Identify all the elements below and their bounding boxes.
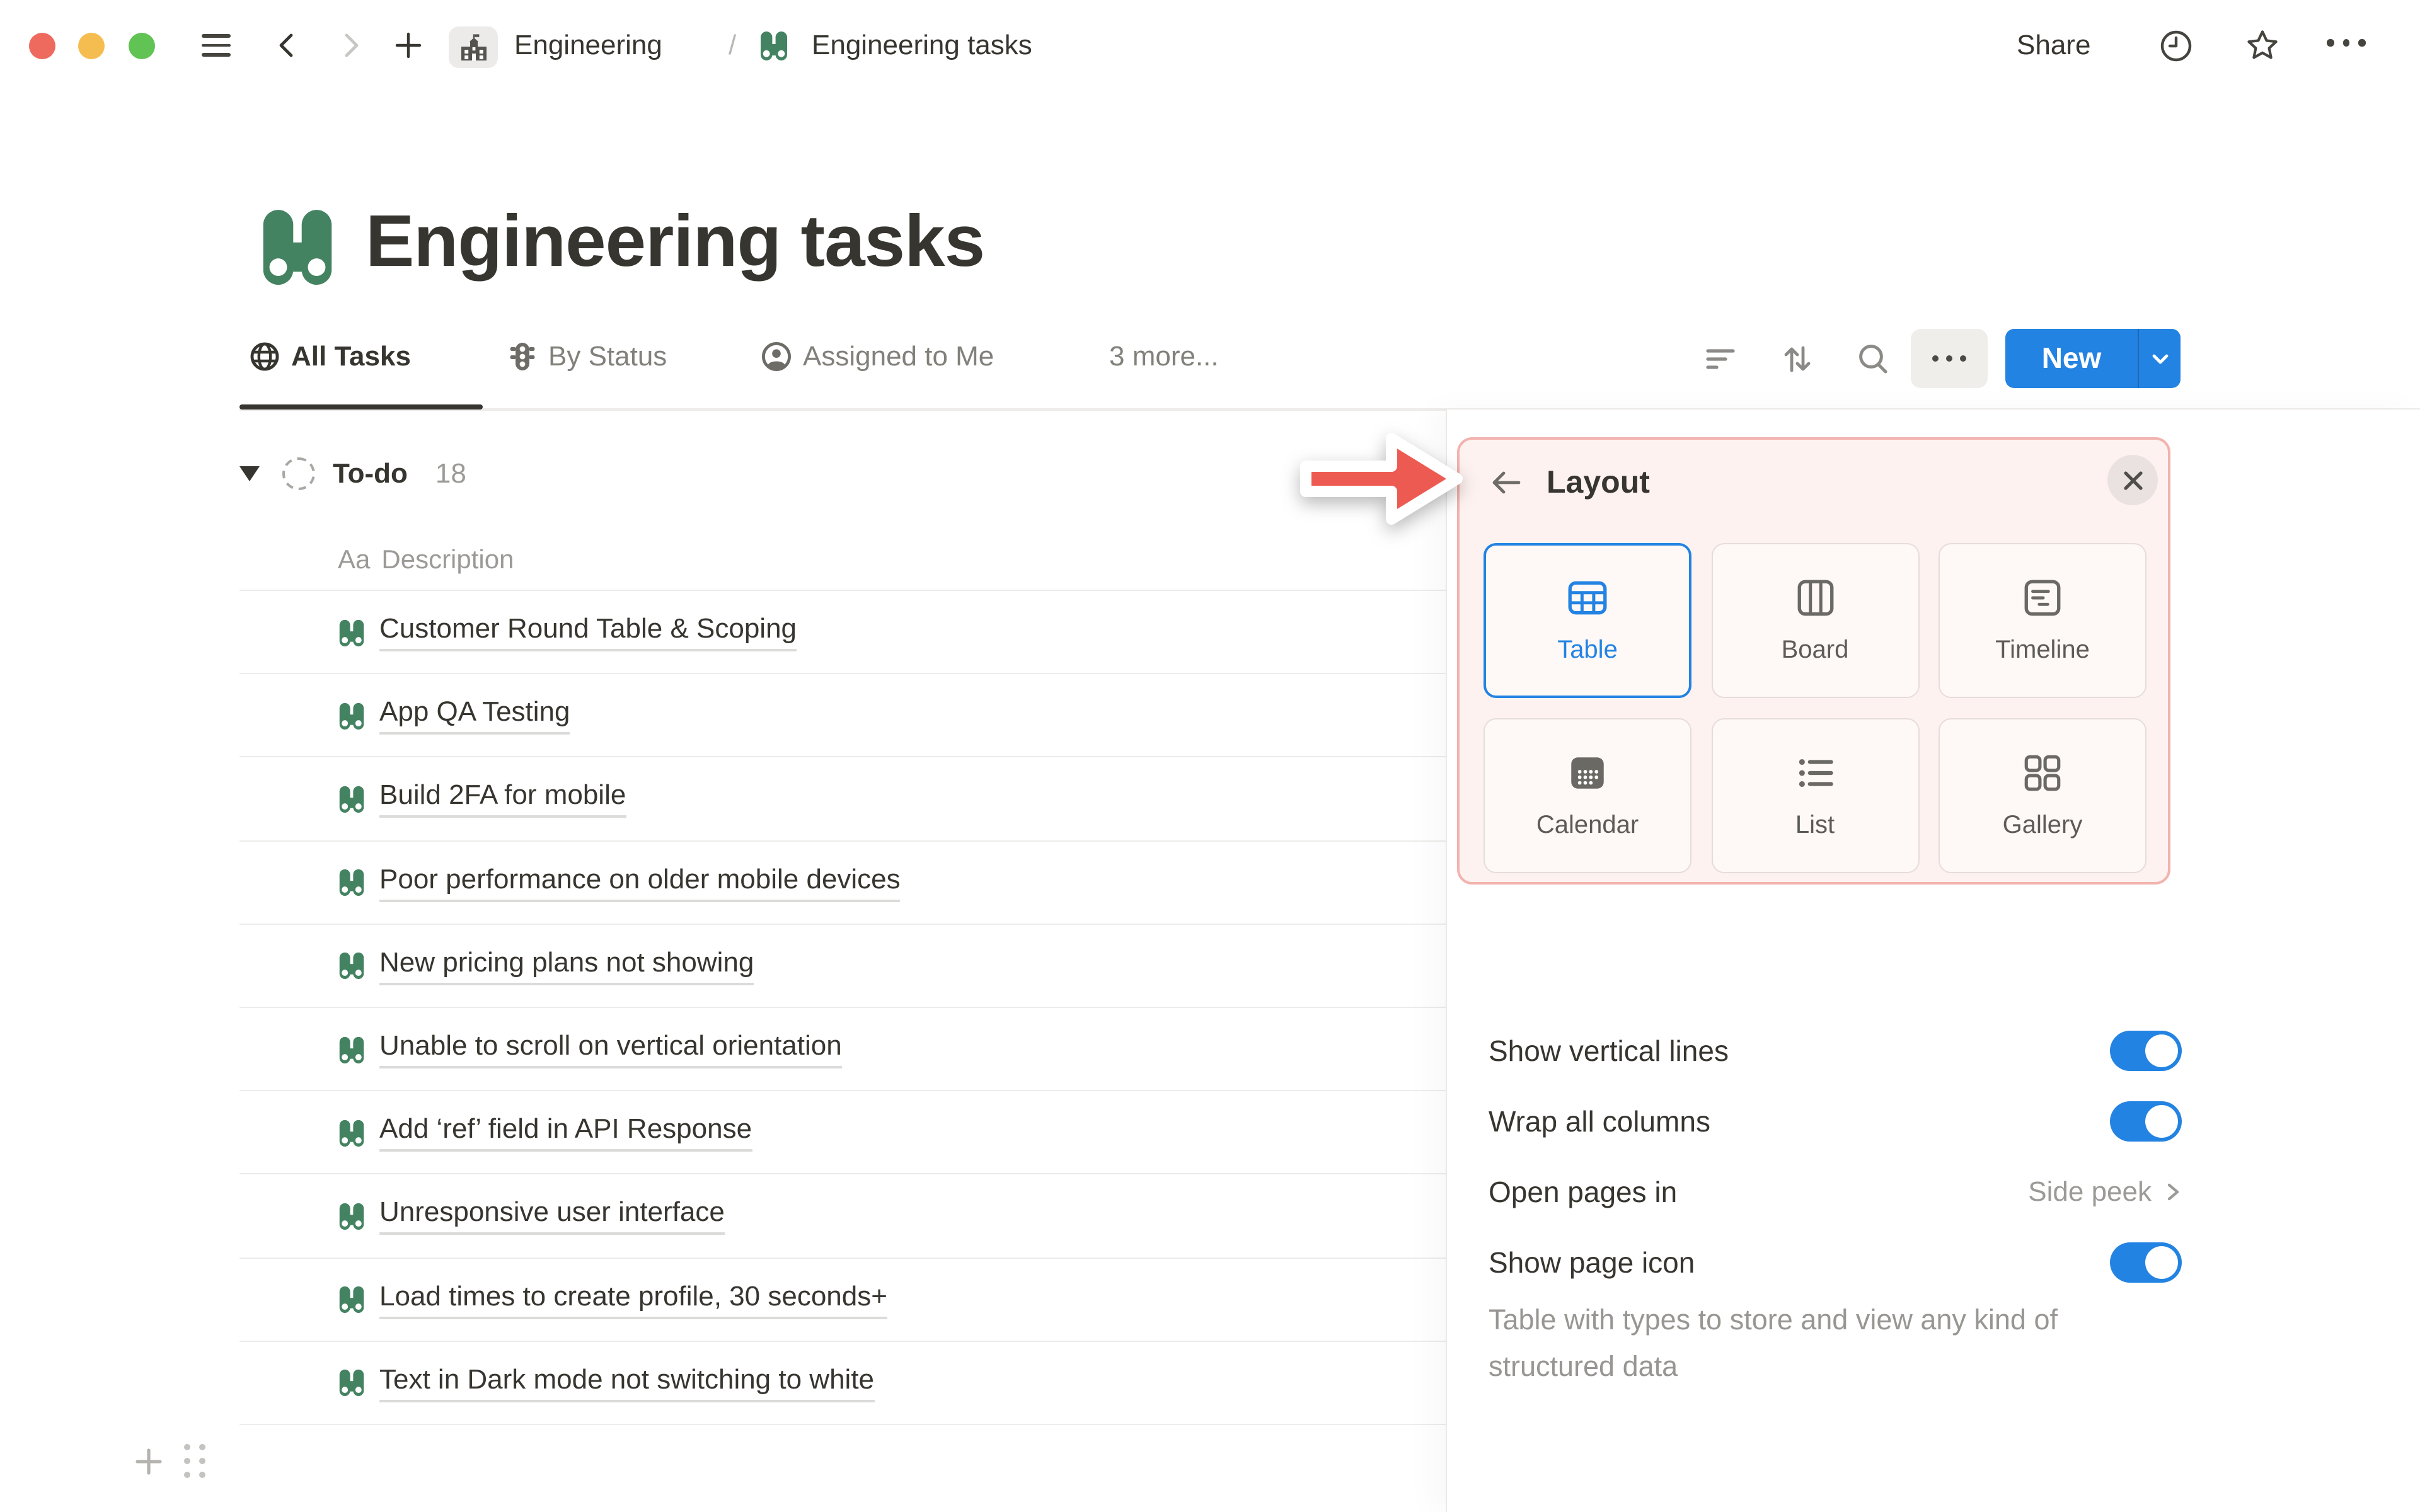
- setting-wrap-all-columns: Wrap all columns: [1489, 1096, 2182, 1147]
- panel-back-icon[interactable]: [1489, 465, 1524, 500]
- panel-close-icon[interactable]: [2107, 455, 2158, 505]
- table-layout-icon: [1568, 581, 1607, 615]
- updates-clock-icon[interactable]: [2159, 29, 2193, 63]
- new-page-plus-icon[interactable]: [393, 30, 424, 60]
- task-page-link[interactable]: New pricing plans not showing: [379, 946, 754, 985]
- binoculars-page-icon: [339, 869, 364, 896]
- table-row[interactable]: Unresponsive user interface: [239, 1175, 1446, 1258]
- task-page-link[interactable]: Build 2FA for mobile: [379, 779, 626, 818]
- tab-assigned-to-me[interactable]: Assigned to Me: [760, 340, 994, 373]
- table-body: Customer Round Table & Scoping App QA Te…: [239, 590, 1446, 1425]
- setting-open-pages-in[interactable]: Open pages in Side peek: [1489, 1167, 2182, 1217]
- search-icon[interactable]: [1855, 341, 1891, 377]
- drag-handle-icon[interactable]: [184, 1444, 205, 1478]
- traffic-light-minimize[interactable]: [78, 33, 105, 59]
- view-settings-panel: Layout Table Board Timeline Calendar Lis…: [1446, 410, 2420, 1512]
- show-page-icon-toggle[interactable]: [2110, 1242, 2182, 1283]
- binoculars-page-icon: [339, 786, 364, 813]
- calendar-layout-icon: [1571, 757, 1604, 789]
- task-page-link[interactable]: Unresponsive user interface: [379, 1196, 725, 1235]
- tab-more-views[interactable]: 3 more...: [1109, 340, 1219, 373]
- page-title[interactable]: Engineering tasks: [366, 199, 985, 284]
- annotation-arrow-icon: [1296, 426, 1465, 532]
- new-dropdown-chevron-icon[interactable]: [2139, 348, 2181, 369]
- breadcrumb-page[interactable]: Engineering tasks: [812, 29, 1032, 62]
- binoculars-page-icon: [339, 1120, 364, 1147]
- binoculars-page-icon: [339, 1036, 364, 1063]
- notion-window: Engineering / Engineering tasks Share En…: [0, 0, 2420, 1512]
- breadcrumb-separator: /: [729, 29, 737, 60]
- sort-icon[interactable]: [1780, 341, 1815, 377]
- page-title-binoculars-icon[interactable]: [258, 189, 337, 302]
- table-row[interactable]: App QA Testing: [239, 674, 1446, 758]
- task-page-link[interactable]: Poor performance on older mobile devices: [379, 862, 901, 902]
- layout-option-gallery[interactable]: Gallery: [1939, 718, 2146, 873]
- setting-show-page-icon: Show page icon: [1489, 1237, 2182, 1288]
- window-titlebar: Engineering / Engineering tasks Share: [0, 0, 2420, 91]
- layout-option-timeline[interactable]: Timeline: [1939, 543, 2146, 698]
- table-row[interactable]: Add ‘ref’ field in API Response: [239, 1091, 1446, 1175]
- table-row[interactable]: Build 2FA for mobile: [239, 758, 1446, 842]
- layout-option-calendar[interactable]: Calendar: [1484, 718, 1691, 873]
- status-traffic-light-icon: [510, 343, 535, 370]
- show-vertical-lines-toggle[interactable]: [2110, 1031, 2182, 1071]
- task-page-link[interactable]: Customer Round Table & Scoping: [379, 612, 797, 652]
- todo-status-icon: [282, 457, 315, 490]
- task-page-link[interactable]: App QA Testing: [379, 696, 570, 735]
- binoculars-page-icon: [339, 953, 364, 980]
- sidebar-menu-icon[interactable]: [202, 34, 231, 57]
- chevron-right-icon: [2167, 1183, 2179, 1201]
- column-header-description[interactable]: Aa Description: [338, 542, 514, 580]
- table-row[interactable]: Poor performance on older mobile devices: [239, 841, 1446, 925]
- favorite-star-icon[interactable]: [2245, 28, 2280, 63]
- tab-by-status[interactable]: By Status: [507, 340, 667, 373]
- binoculars-page-icon: [339, 1286, 364, 1314]
- layout-option-table[interactable]: Table: [1484, 543, 1691, 698]
- table-row[interactable]: Text in Dark mode not switching to white: [239, 1341, 1446, 1425]
- text-type-icon: Aa: [338, 546, 371, 575]
- table-row[interactable]: Load times to create profile, 30 seconds…: [239, 1258, 1446, 1342]
- layout-description: Table with types to store and view any k…: [1489, 1304, 2058, 1382]
- binoculars-page-icon: [339, 619, 364, 646]
- timeline-layout-icon: [2024, 580, 2061, 616]
- tab-all-tasks[interactable]: All Tasks: [248, 340, 411, 373]
- more-options-icon[interactable]: [2327, 39, 2365, 46]
- teamspace-building-icon[interactable]: [449, 26, 498, 68]
- binoculars-page-icon: [759, 28, 789, 63]
- add-row-plus-icon[interactable]: [134, 1446, 164, 1476]
- breadcrumb-teamspace[interactable]: Engineering: [514, 29, 662, 62]
- task-page-link[interactable]: Unable to scroll on vertical orientation: [379, 1029, 842, 1069]
- view-options-icon[interactable]: [1911, 329, 1988, 388]
- list-layout-icon: [1798, 759, 1833, 788]
- binoculars-page-icon: [339, 1370, 364, 1397]
- board-layout-icon: [1797, 580, 1833, 616]
- traffic-light-close[interactable]: [29, 33, 55, 59]
- table-row[interactable]: Unable to scroll on vertical orientation: [239, 1008, 1446, 1092]
- table-row[interactable]: Customer Round Table & Scoping: [239, 591, 1446, 675]
- traffic-light-zoom[interactable]: [129, 33, 155, 59]
- binoculars-page-icon: [339, 702, 364, 730]
- group-header-todo[interactable]: To-do 18: [239, 444, 466, 504]
- filter-icon[interactable]: [1704, 343, 1737, 375]
- table-row[interactable]: New pricing plans not showing: [239, 925, 1446, 1008]
- collapse-triangle-icon[interactable]: [239, 466, 260, 481]
- wrap-all-columns-toggle[interactable]: [2110, 1101, 2182, 1142]
- setting-show-vertical-lines: Show vertical lines: [1489, 1026, 2182, 1076]
- layout-option-board[interactable]: Board: [1711, 543, 1919, 698]
- active-tab-underline: [239, 404, 483, 409]
- gallery-layout-icon: [2024, 755, 2061, 791]
- new-button[interactable]: New: [2005, 329, 2181, 388]
- task-page-link[interactable]: Load times to create profile, 30 seconds…: [379, 1280, 887, 1319]
- panel-title: Layout: [1547, 464, 1650, 500]
- back-icon[interactable]: [272, 30, 302, 60]
- open-pages-value: Side peek: [2028, 1176, 2152, 1207]
- globe-icon: [250, 342, 279, 371]
- forward-icon[interactable]: [335, 30, 366, 60]
- task-page-link[interactable]: Add ‘ref’ field in API Response: [379, 1113, 752, 1152]
- task-page-link[interactable]: Text in Dark mode not switching to white: [379, 1363, 875, 1402]
- layout-option-list[interactable]: List: [1711, 718, 1919, 873]
- share-button[interactable]: Share: [2017, 29, 2090, 62]
- binoculars-page-icon: [339, 1203, 364, 1230]
- person-circle-icon: [761, 341, 792, 372]
